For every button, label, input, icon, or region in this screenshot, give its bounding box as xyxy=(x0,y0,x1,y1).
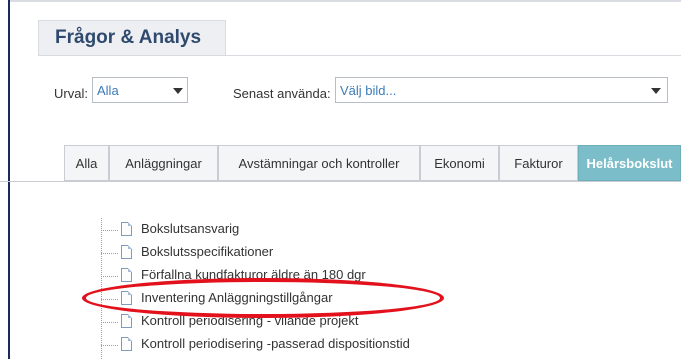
tree-connector xyxy=(101,345,119,346)
tree-connector xyxy=(101,253,119,254)
tab-label: Ekonomi xyxy=(434,155,485,171)
tree-connector xyxy=(101,276,119,277)
document-icon xyxy=(121,268,132,282)
document-icon xyxy=(121,245,132,259)
page-title: Frågor & Analys xyxy=(55,27,202,48)
tab-label: Helårsbokslut xyxy=(586,155,673,171)
senast-anvanda-select[interactable]: Välj bild... xyxy=(335,77,668,103)
report-label: Bokslutsspecifikationer xyxy=(141,244,274,259)
report-label: Kontroll periodisering -passerad disposi… xyxy=(141,336,410,351)
tab-alla[interactable]: Alla xyxy=(64,145,109,181)
tab-label: Anläggningar xyxy=(125,155,202,171)
tab-avstamningar-och-kontroller[interactable]: Avstämningar och kontroller xyxy=(218,145,420,181)
report-label: Bokslutsansvarig xyxy=(141,221,240,236)
tab-fakturor[interactable]: Fakturor xyxy=(499,145,578,181)
chevron-down-icon xyxy=(173,88,183,94)
tab-label: Avstämningar och kontroller xyxy=(238,155,400,171)
title-divider xyxy=(226,55,681,56)
tree-connector xyxy=(101,230,119,231)
top-divider xyxy=(10,0,681,2)
tree-connector xyxy=(101,322,119,323)
page-title-box: Frågor & Analys xyxy=(38,20,226,56)
left-frame-border xyxy=(8,0,10,359)
highlight-oval-annotation xyxy=(82,278,444,318)
tab-label: Fakturor xyxy=(514,155,563,171)
document-icon xyxy=(121,337,132,351)
senast-anvanda-label: Senast använda: xyxy=(233,86,331,101)
tab-ekonomi[interactable]: Ekonomi xyxy=(420,145,499,181)
urval-value: Alla xyxy=(97,83,119,98)
chevron-down-icon xyxy=(651,88,661,94)
document-icon xyxy=(121,222,132,236)
urval-label: Urval: xyxy=(54,86,88,101)
senast-anvanda-value: Välj bild... xyxy=(340,83,397,98)
urval-select[interactable]: Alla xyxy=(92,77,188,103)
document-icon xyxy=(121,314,132,328)
tab-helarsbokslut[interactable]: Helårsbokslut xyxy=(578,145,681,181)
tab-label: Alla xyxy=(75,155,98,171)
tab-bar-divider xyxy=(0,181,681,182)
tab-anlaggningar[interactable]: Anläggningar xyxy=(109,145,218,181)
